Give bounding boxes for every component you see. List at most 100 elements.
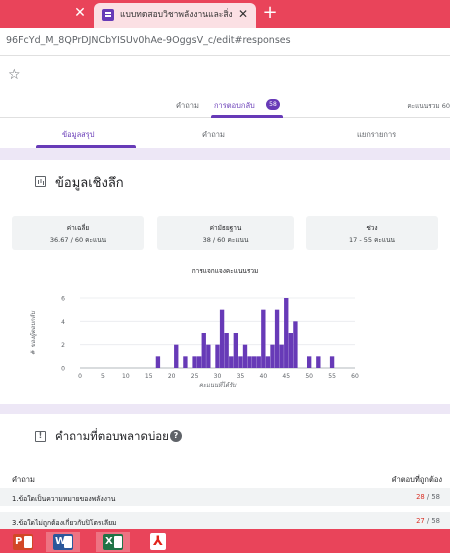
total-count: / 58 xyxy=(424,517,440,525)
correct-count: 28 xyxy=(416,493,425,501)
histogram-bar xyxy=(224,333,229,368)
histogram-bar xyxy=(196,356,202,368)
histogram-bar xyxy=(229,356,234,368)
histogram-bar xyxy=(256,356,261,368)
help-icon[interactable]: ? xyxy=(170,430,182,442)
histogram-bar xyxy=(274,309,280,368)
url-text[interactable]: 96FcYd_M_8QPrDJNCbYISUv0hAe-9OggsV_c/edi… xyxy=(6,35,291,46)
histogram-bar xyxy=(247,356,252,368)
histogram-bar xyxy=(261,309,266,368)
x-tick-label: 5 xyxy=(101,373,105,380)
x-tick-label: 60 xyxy=(351,373,359,380)
histogram-bar xyxy=(288,333,294,368)
x-tick-label: 10 xyxy=(122,373,130,380)
histogram-bar xyxy=(316,356,321,368)
column-question: คำถาม xyxy=(12,475,35,484)
frequently-missed-title: คำถามที่ตอบพลาดบ่อย xyxy=(55,429,169,443)
stat-label: ช่วง xyxy=(366,224,378,232)
section-divider xyxy=(0,404,450,414)
total-points-label: คะแนนรวม 60 xyxy=(407,102,450,110)
y-axis-label: # ของผู้ตอบกลับ xyxy=(29,310,37,355)
stat-label: ค่าเฉลี่ย xyxy=(66,224,90,232)
star-icon[interactable]: ☆ xyxy=(8,67,21,83)
insights-title: ข้อมูลเชิงลึก xyxy=(55,176,124,191)
word-icon[interactable]: W xyxy=(46,532,80,552)
column-correct: คำตอบที่ถูกต้อง xyxy=(391,475,442,484)
histogram-bar xyxy=(329,356,335,368)
tab-questions[interactable]: คำถาม xyxy=(176,100,199,112)
x-tick-label: 45 xyxy=(282,373,290,380)
x-tick-label: 40 xyxy=(260,373,268,380)
histogram-bar xyxy=(215,344,220,368)
score-histogram: 02460 5 10 15 20 25 30 35 40 45 50 55 60คะแนนที่ได้ร… xyxy=(29,296,359,390)
excel-tile: X xyxy=(103,534,123,550)
total-count: / 58 xyxy=(424,493,440,501)
x-tick-label: 15 xyxy=(145,373,153,380)
x-tick-label: 55 xyxy=(328,373,336,380)
tab-individual[interactable]: แยกรายการ xyxy=(357,129,396,141)
tab-question[interactable]: คำถาม xyxy=(202,129,225,141)
histogram-bar xyxy=(206,344,211,368)
stat-range: ช่วง 17 - 55 คะแนน xyxy=(306,216,438,250)
histogram-bar xyxy=(183,356,188,368)
section-divider xyxy=(0,148,450,160)
y-tick-label: 4 xyxy=(61,319,65,326)
missed-table-header: คำถาม คำตอบที่ถูกต้อง xyxy=(0,470,450,486)
histogram-bar xyxy=(192,356,197,368)
close-icon[interactable]: ✕ xyxy=(236,7,250,21)
insights-chart-icon xyxy=(35,176,46,187)
taskbar: P W X ⅄ xyxy=(0,529,450,553)
stat-value: 38 / 60 คะแนน xyxy=(202,236,249,244)
histogram-bar xyxy=(219,309,225,368)
new-tab-icon[interactable]: + xyxy=(260,3,280,23)
histogram-bar xyxy=(293,321,298,368)
row-score: 27 / 58 xyxy=(416,517,440,525)
histogram-bar xyxy=(201,333,206,368)
histogram-bar xyxy=(265,356,271,368)
histogram-bar xyxy=(242,344,248,368)
row-score: 28 / 58 xyxy=(416,493,440,501)
tab-responses[interactable]: การตอบกลับ xyxy=(214,100,255,112)
powerpoint-tile: P xyxy=(13,534,33,550)
stat-value: 36.67 / 60 คะแนน xyxy=(49,236,107,244)
x-tick-label: 30 xyxy=(214,373,222,380)
histogram-bar xyxy=(238,356,243,368)
alert-icon: ! xyxy=(35,431,46,442)
form-editor-tabs: คำถาม การตอบกลับ 58 คะแนนรวม 60 xyxy=(0,92,450,118)
browser-tab-active[interactable]: แบบทดสอบวิชาพลังงานและสิ่งแวดล้อม 2 ✕ xyxy=(94,3,256,28)
browser-tab-title: แบบทดสอบวิชาพลังงานและสิ่งแวดล้อม 2 xyxy=(120,10,232,20)
close-icon[interactable]: ✕ xyxy=(72,5,88,21)
y-tick-label: 6 xyxy=(61,296,65,303)
insights-header: ข้อมูลเชิงลึก xyxy=(0,170,450,198)
word-tile: W xyxy=(53,534,73,550)
browser-tab-strip: ✕ แบบทดสอบวิชาพลังงานและสิ่งแวดล้อม 2 ✕ … xyxy=(0,0,450,28)
frequently-missed-header: ! คำถามที่ตอบพลาดบ่อย ? xyxy=(0,425,450,453)
stat-label: ค่ามัธยฐาน xyxy=(209,224,242,232)
histogram-bar xyxy=(270,344,275,368)
histogram-bar xyxy=(155,356,161,368)
histogram-bar xyxy=(306,356,312,368)
address-bar[interactable]: 96FcYd_M_8QPrDJNCbYISUv0hAe-9OggsV_c/edi… xyxy=(0,28,450,56)
excel-icon[interactable]: X xyxy=(96,532,130,552)
histogram-bar xyxy=(284,298,289,368)
tab-summary[interactable]: ข้อมูลสรุป xyxy=(62,129,95,141)
powerpoint-icon[interactable]: P xyxy=(6,532,40,552)
table-row[interactable]: 1.ข้อใดเป็นความหมายของพลังงาน 28 / 58 xyxy=(0,488,450,506)
histogram-bar xyxy=(233,333,239,368)
histogram-bar xyxy=(279,344,284,368)
x-tick-label: 25 xyxy=(191,373,199,380)
stat-average: ค่าเฉลี่ย 36.67 / 60 คะแนน xyxy=(12,216,144,250)
table-row[interactable]: 3.ข้อใดไม่ถูกต้องเกี่ยวกับปิโตรเลียม 27 … xyxy=(0,512,450,530)
forms-favicon-icon xyxy=(102,9,114,21)
histogram-bar xyxy=(251,356,257,368)
y-tick-label: 2 xyxy=(61,342,65,349)
x-tick-label: 0 xyxy=(78,373,82,380)
correct-count: 27 xyxy=(416,517,425,525)
responses-count-badge: 58 xyxy=(266,99,280,110)
x-tick-label: 35 xyxy=(237,373,245,380)
row-question: 1.ข้อใดเป็นความหมายของพลังงาน xyxy=(12,495,116,503)
histogram-bar xyxy=(174,344,179,368)
response-view-tabs: ข้อมูลสรุป คำถาม แยกรายการ xyxy=(0,118,450,148)
acrobat-icon[interactable]: ⅄ xyxy=(140,532,174,552)
x-tick-label: 20 xyxy=(168,373,176,380)
